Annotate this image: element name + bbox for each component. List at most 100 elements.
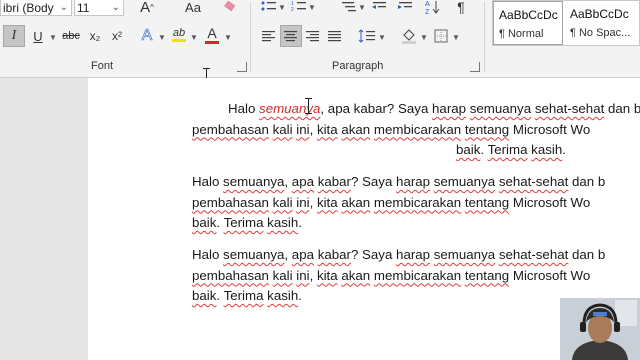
chevron-down-icon[interactable]: ▼ (420, 33, 428, 42)
font-color-button[interactable]: A (201, 23, 223, 45)
decrease-indent-icon (372, 2, 386, 9)
font-size-combo[interactable]: 11 ⌄ (74, 0, 124, 16)
chevron-down-icon[interactable]: ▼ (452, 33, 460, 42)
text-run: , (309, 194, 317, 210)
misspelled-word: harap (432, 101, 467, 116)
text-run: . (216, 215, 224, 230)
svg-text:Z: Z (425, 9, 430, 15)
shading-button[interactable] (398, 25, 420, 47)
chevron-down-icon[interactable]: ▼ (224, 33, 232, 42)
style-preview: AaBbCcDc (570, 7, 629, 21)
text-run: Microsoft Wo (509, 121, 591, 137)
underline-label: U (33, 28, 43, 44)
chevron-down-icon[interactable]: ▼ (158, 33, 166, 42)
strikethrough-label: abc (62, 30, 80, 42)
misspelled-word: tentang (464, 194, 510, 210)
justify-button[interactable] (324, 25, 346, 47)
misspelled-word: sehat-sehat (534, 101, 605, 116)
text-run: ? Saya (350, 174, 397, 189)
borders-button[interactable] (430, 25, 452, 47)
bullets-button[interactable] (258, 0, 280, 18)
show-hide-icon: ¶ (457, 0, 465, 15)
text-run: . (480, 142, 488, 157)
numbering-button[interactable]: 1 2 (288, 0, 310, 18)
align-left-icon (262, 31, 275, 42)
align-right-icon (306, 31, 319, 42)
style-name: ¶ Normal (499, 28, 544, 40)
document-line: Halo semuanya, apa kabar? Saya harap sem… (192, 247, 605, 262)
misspelled-word: semuanya (433, 174, 496, 189)
font-name-combo[interactable]: ibri (Body ⌄ (0, 0, 72, 16)
document-line: baik. Terima kasih. (192, 288, 302, 303)
misspelled-word: sehat-sehat (498, 247, 569, 262)
chevron-down-icon[interactable]: ▼ (358, 3, 366, 12)
clear-formatting-button[interactable] (218, 0, 240, 18)
style-normal[interactable]: AaBbCcDc ¶ Normal (493, 1, 563, 45)
change-case-button[interactable]: Aa (178, 0, 208, 18)
chevron-down-icon[interactable]: ▼ (378, 33, 386, 42)
multilevel-list-button[interactable] (338, 0, 360, 18)
paragraph-dialog-launcher[interactable] (470, 62, 480, 72)
ribbon: ibri (Body ⌄ 11 ⌄ A ^ Aa I U ▼ abc x₂ x² … (0, 0, 640, 84)
text-run: . (562, 142, 566, 157)
italic-button[interactable]: I (3, 25, 25, 47)
chevron-down-icon[interactable]: ▼ (190, 33, 198, 42)
style-no-spacing[interactable]: AaBbCcDc ¶ No Spac... (565, 1, 640, 45)
misspelled-word: membicarakan (373, 194, 462, 210)
webcam-overlay (560, 298, 640, 360)
misspelled-word: kabar (317, 174, 351, 189)
text-run: dan b (604, 101, 640, 116)
misspelled-word: tentang (464, 121, 510, 137)
document-page[interactable]: Halo semuanya, apa kabar? Saya harap sem… (88, 78, 640, 360)
shading-icon (402, 29, 416, 44)
chevron-down-icon[interactable]: ▼ (308, 3, 316, 12)
underline-button[interactable]: U (27, 25, 49, 47)
text-cursor-icon (305, 98, 313, 114)
align-right-button[interactable] (302, 25, 324, 47)
font-group-label: Font (91, 60, 114, 72)
paragraph-group-label: Paragraph (332, 60, 384, 72)
decrease-indent-button[interactable] (368, 0, 390, 18)
misspelled-word: semuanya (223, 247, 285, 262)
align-center-button[interactable] (280, 25, 302, 47)
presenter-avatar-icon (560, 298, 640, 360)
highlight-button[interactable]: ab (168, 23, 190, 45)
misspelled-word: kabar (317, 247, 351, 262)
misspelled-word: kita (316, 121, 338, 137)
misspelled-word: Terima (487, 142, 528, 157)
sort-button[interactable]: A Z (422, 0, 444, 18)
font-name-value: ibri (Body (3, 1, 54, 15)
strikethrough-button[interactable]: abc (58, 25, 84, 47)
increase-indent-button[interactable] (394, 0, 416, 18)
text-run: . (298, 215, 302, 230)
misspelled-word: baik (456, 142, 481, 157)
text-run: Halo (192, 174, 224, 189)
document-line: baik. Terima kasih. (456, 142, 566, 157)
svg-text:A: A (425, 1, 430, 8)
text-run: , (284, 247, 292, 262)
font-color-bar (205, 40, 219, 44)
misspelled-word: kita (316, 194, 338, 210)
text-effects-button[interactable]: A (136, 25, 158, 47)
document-line: pembahasan kali ini, kita akan membicara… (192, 122, 590, 137)
misspelled-word: ini (296, 121, 310, 137)
styles-gallery: AaBbCcDc ¶ Normal AaBbCcDc ¶ No Spac... (492, 0, 640, 46)
grow-font-button[interactable]: A ^ (136, 0, 158, 18)
text-run: Microsoft Wo (509, 194, 591, 210)
text-run: dan b (568, 174, 606, 189)
superscript-button[interactable]: x² (106, 25, 128, 47)
subscript-label: x₂ (89, 29, 101, 43)
line-spacing-button[interactable] (356, 25, 378, 47)
misspelled-word: apa (291, 247, 314, 262)
text-run: . (216, 288, 224, 303)
chevron-down-icon[interactable]: ▼ (49, 33, 57, 42)
italic-label: I (11, 28, 17, 43)
font-dialog-launcher[interactable] (237, 62, 247, 72)
misspelled-word: membicarakan (373, 267, 462, 283)
show-hide-button[interactable]: ¶ (450, 0, 472, 18)
subscript-button[interactable]: x₂ (84, 25, 106, 47)
chevron-down-icon[interactable]: ▼ (278, 3, 286, 12)
align-left-button[interactable] (258, 25, 280, 47)
document-line: pembahasan kali ini, kita akan membicara… (192, 268, 590, 283)
text-run: dan b (568, 247, 606, 262)
